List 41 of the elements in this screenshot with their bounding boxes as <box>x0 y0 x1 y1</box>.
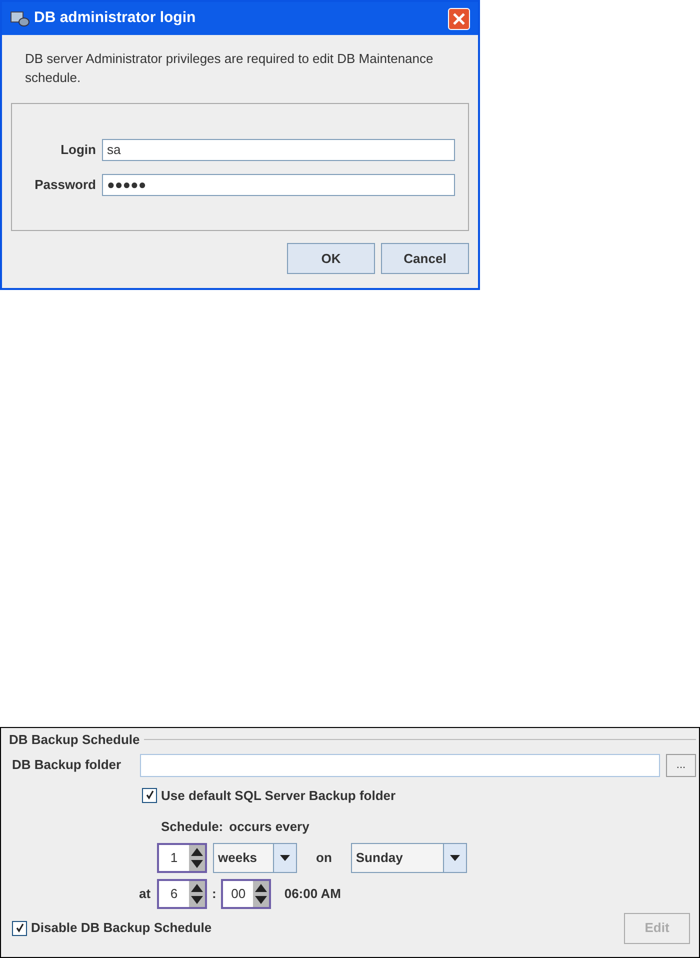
close-button[interactable] <box>448 8 470 30</box>
field-label: Password <box>34 176 96 194</box>
time-separator: : <box>212 884 216 903</box>
checkbox-label: Disable DB Backup Schedule <box>31 919 212 938</box>
folder-field[interactable] <box>140 754 660 776</box>
spinner-arrows-icon[interactable] <box>189 880 205 906</box>
caret-icon <box>280 854 290 860</box>
message-text: DB server Administrator privileges are required to edit DB Maintenance schedule. <box>24 50 434 87</box>
input-field[interactable]: ●●●●● <box>102 174 455 196</box>
spinner-field[interactable]: 6 <box>157 878 207 908</box>
checkmark-icon <box>144 790 154 800</box>
spinner-value: 00 <box>230 884 247 903</box>
window-title: DB administrator login <box>34 8 197 28</box>
on-label: on <box>315 848 333 867</box>
dropdown[interactable]: Sunday <box>350 842 467 872</box>
caret-icon <box>450 854 460 860</box>
dropdown-value: weeks <box>217 848 258 867</box>
checkmark-icon <box>14 923 24 933</box>
input-field[interactable]: sa <box>102 138 455 160</box>
group-title: DB Backup Schedule <box>8 731 140 749</box>
checkbox[interactable] <box>142 788 157 803</box>
time-text: 06:00 AM <box>284 884 341 903</box>
dropdown-value: Sunday <box>354 848 404 867</box>
field-label: DB Backup folder <box>12 756 122 774</box>
spinner-arrows-icon[interactable] <box>253 880 270 906</box>
field-label: Login <box>60 140 96 159</box>
at-label: at <box>139 884 152 903</box>
dropdown[interactable]: weeks <box>213 842 297 872</box>
dialog-button[interactable]: Cancel <box>381 243 469 274</box>
schedule-label: Schedule: <box>161 818 224 836</box>
spinner-value: 1 <box>169 848 179 867</box>
spinner-arrows-icon[interactable] <box>189 844 205 870</box>
dialog-button[interactable]: OK <box>287 243 375 274</box>
browse-button[interactable]: ... <box>666 754 696 776</box>
close-icon <box>453 12 465 24</box>
spinner-field[interactable]: 00 <box>221 878 272 908</box>
schedule-text: occurs every <box>229 818 310 836</box>
spinner-field[interactable]: 1 <box>157 842 207 872</box>
checkbox[interactable] <box>12 920 27 936</box>
checkbox-label: Use default SQL Server Backup folder <box>161 786 396 805</box>
spinner-value: 6 <box>169 884 179 903</box>
